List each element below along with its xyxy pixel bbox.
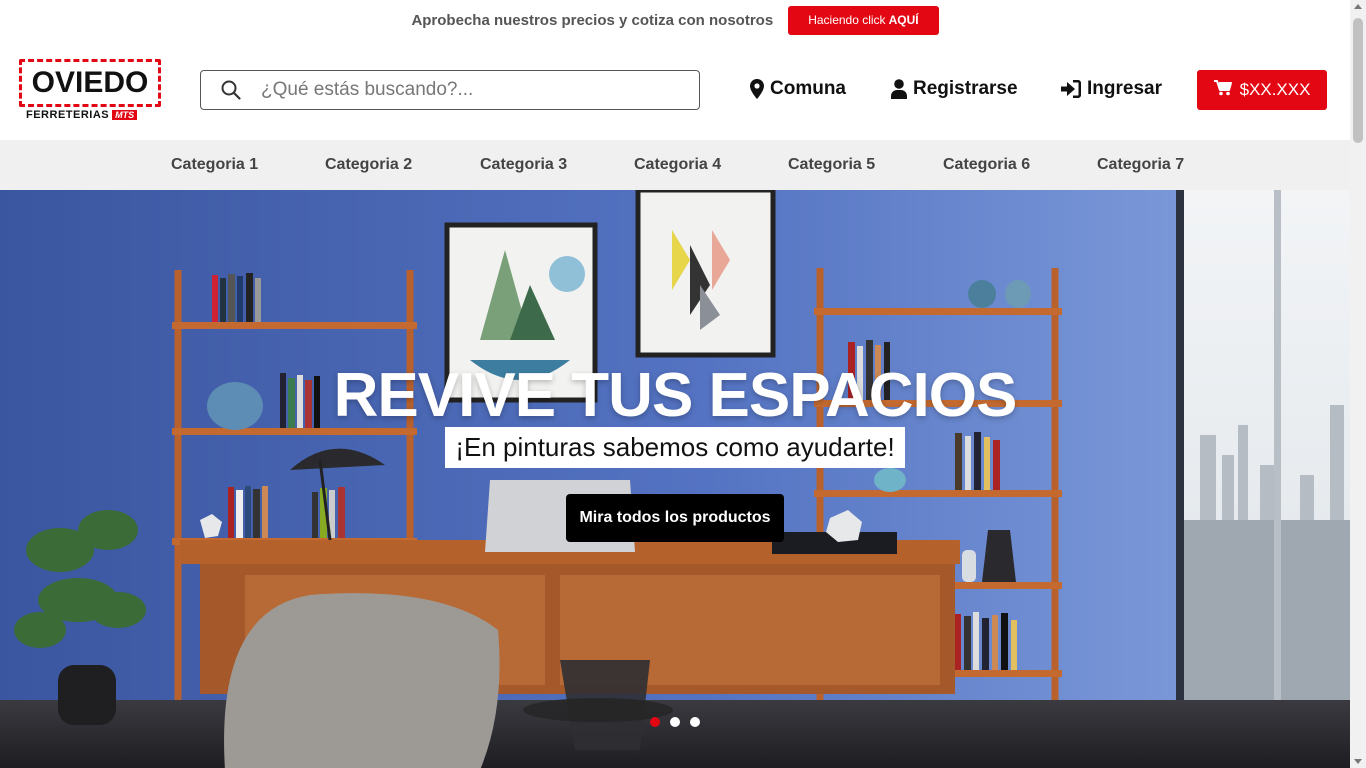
logo[interactable]: OVIEDO FERRETERIAS MTS: [19, 59, 161, 121]
hero-subtitle: ¡En pinturas sabemos como ayudarte!: [445, 427, 905, 468]
promo-quote-button[interactable]: Haciendo click AQUÍ: [788, 5, 939, 35]
slider-dot-3[interactable]: [690, 717, 700, 727]
map-marker-icon: [750, 79, 764, 99]
slider-dot-1[interactable]: [650, 717, 660, 727]
site-header: OVIEDO FERRETERIAS MTS Comuna Registrars…: [0, 40, 1350, 140]
hero-cta-wrap: Mira todos los productos: [0, 494, 1350, 542]
logo-subtitle: FERRETERIAS MTS: [26, 109, 138, 121]
slider-dot-2[interactable]: [670, 717, 680, 727]
hero-subtitle-wrap: ¡En pinturas sabemos como ayudarte!: [0, 427, 1350, 468]
slider-dots: [0, 717, 1350, 727]
scroll-down-arrow-icon[interactable]: [1354, 759, 1362, 764]
category-link[interactable]: Categoria 4: [634, 140, 721, 190]
register-link[interactable]: Registrarse: [891, 78, 1018, 100]
comuna-label: Comuna: [770, 78, 846, 99]
logo-sub-tag: MTS: [112, 110, 138, 120]
promo-button-emphasis: AQUÍ: [888, 13, 919, 27]
scroll-thumb[interactable]: [1353, 18, 1363, 143]
logo-sub-text: FERRETERIAS: [26, 109, 110, 121]
search-box[interactable]: [200, 70, 700, 110]
cart-button[interactable]: $XX.XXX: [1197, 70, 1327, 110]
register-label: Registrarse: [913, 78, 1018, 99]
category-link[interactable]: Categoria 1: [171, 140, 258, 190]
comuna-link[interactable]: Comuna: [750, 78, 846, 100]
category-link[interactable]: Categoria 6: [943, 140, 1030, 190]
category-bar: Categoria 1 Categoria 2 Categoria 3 Cate…: [0, 140, 1350, 190]
cart-total: $XX.XXX: [1239, 80, 1311, 99]
category-link[interactable]: Categoria 2: [325, 140, 412, 190]
login-label: Ingresar: [1087, 78, 1162, 99]
hero-background-image: [0, 190, 1350, 768]
scroll-up-arrow-icon[interactable]: [1354, 4, 1362, 9]
promo-button-prefix: Haciendo click: [808, 13, 886, 27]
user-icon: [891, 79, 907, 99]
search-icon[interactable]: [201, 80, 261, 100]
promo-text: Aprobecha nuestros precios y cotiza con …: [411, 11, 774, 29]
category-link[interactable]: Categoria 5: [788, 140, 875, 190]
sign-in-icon: [1061, 80, 1081, 98]
hero-slider: REVIVE TUS ESPACIOS ¡En pinturas sabemos…: [0, 190, 1350, 768]
promo-bar: Aprobecha nuestros precios y cotiza con …: [0, 0, 1350, 40]
logo-frame: OVIEDO: [19, 59, 161, 107]
category-link[interactable]: Categoria 7: [1097, 140, 1184, 190]
search-input[interactable]: [261, 79, 681, 101]
hero-title: REVIVE TUS ESPACIOS: [333, 361, 1018, 430]
category-link[interactable]: Categoria 3: [480, 140, 567, 190]
view-all-products-button[interactable]: Mira todos los productos: [566, 494, 784, 542]
login-link[interactable]: Ingresar: [1061, 78, 1162, 100]
page-scrollbar[interactable]: [1350, 0, 1366, 768]
logo-word: OVIEDO: [31, 66, 149, 99]
cart-icon: [1213, 79, 1232, 101]
